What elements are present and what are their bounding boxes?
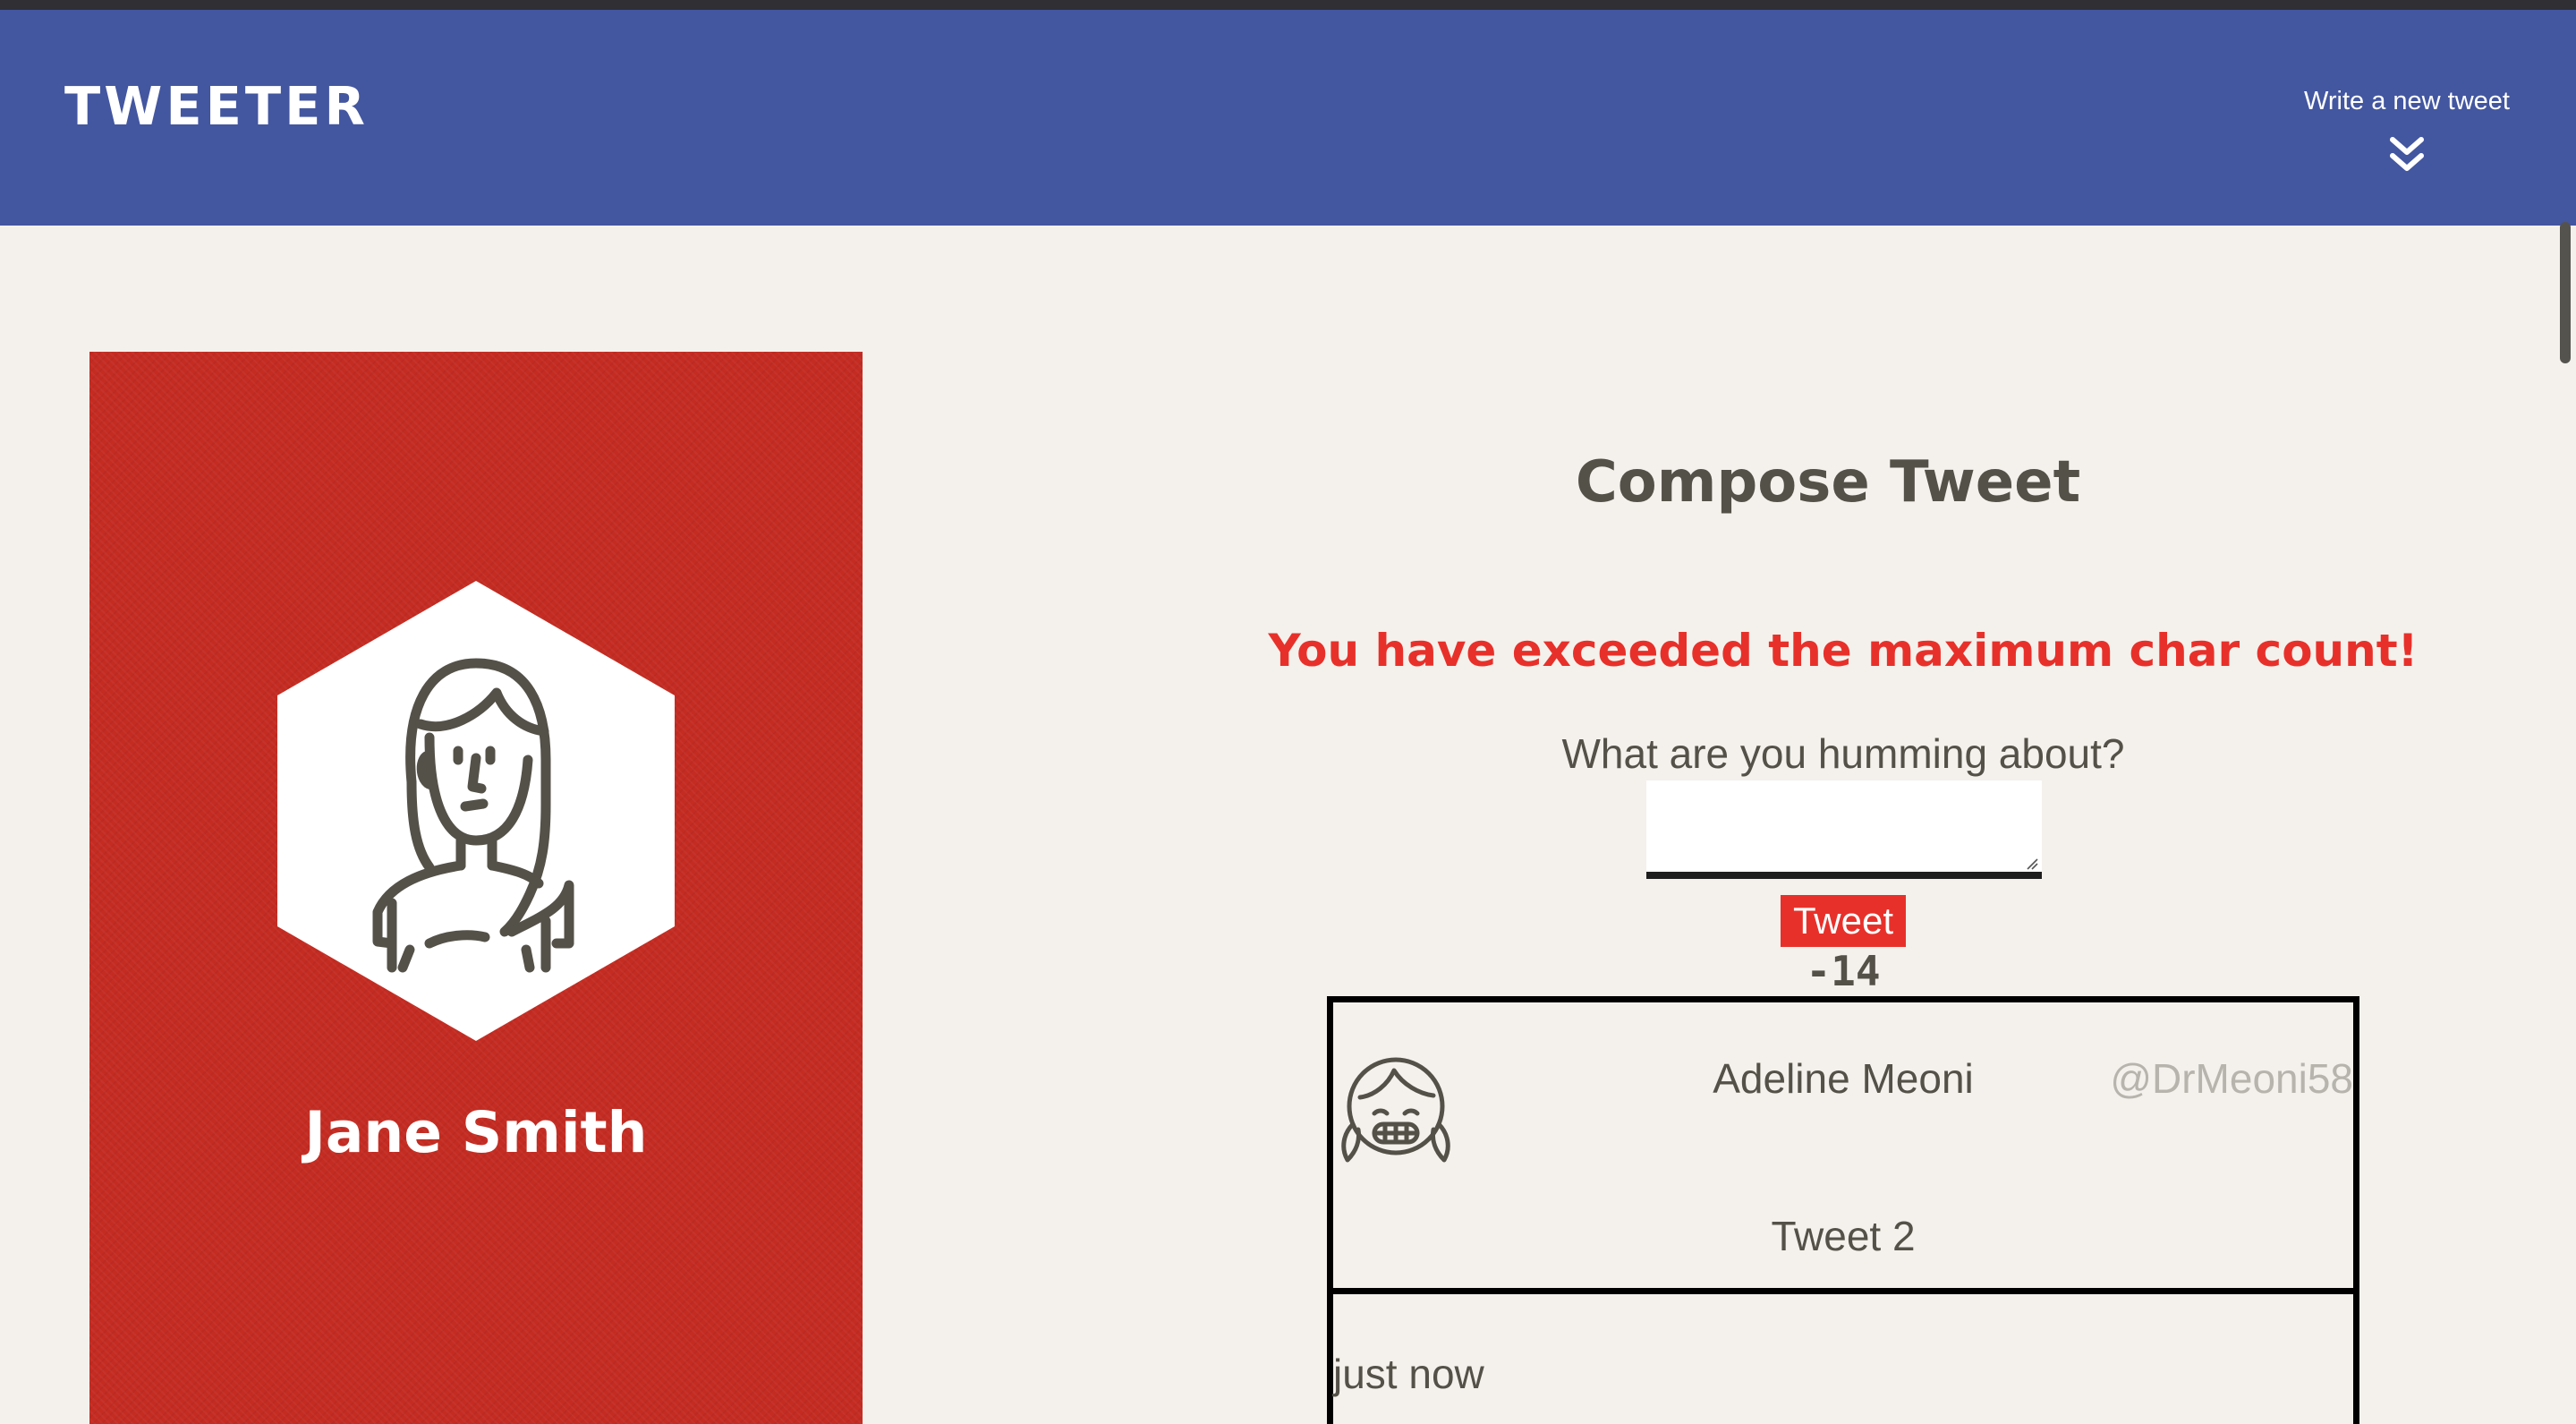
- textarea-resize-handle-icon[interactable]: [2026, 857, 2038, 870]
- tweet-text-input[interactable]: [1646, 780, 2042, 879]
- top-navbar: TWEETER Write a new tweet: [0, 10, 2576, 226]
- tweet-timestamp: just now: [1333, 1351, 1484, 1397]
- tweet-header: Adeline Meoni @DrMeoni58 Tweet 2: [1333, 1002, 2353, 1294]
- char-counter: -14: [1806, 947, 1881, 995]
- brand-logo[interactable]: TWEETER: [64, 80, 369, 132]
- double-chevron-down-icon[interactable]: [2385, 132, 2428, 175]
- scrollbar-thumb[interactable]: [2560, 222, 2571, 363]
- tweet-footer: just now: [1333, 1294, 2353, 1424]
- compose-prompt-label: What are you humming about?: [1561, 730, 2125, 777]
- write-new-tweet-toggle[interactable]: Write a new tweet: [2291, 87, 2523, 175]
- tweet-card: Adeline Meoni @DrMeoni58 Tweet 2 just no…: [1327, 996, 2359, 1424]
- tweet-author-handle: @DrMeoni58: [2110, 1055, 2353, 1102]
- tweet-content: Tweet 2: [1771, 1213, 1916, 1259]
- tweet-submit-button[interactable]: Tweet: [1781, 895, 1906, 947]
- female-user-avatar-icon: [277, 581, 675, 1041]
- compose-title: Compose Tweet: [1575, 449, 2081, 516]
- user-profile-card: Jane Smith: [89, 352, 863, 1424]
- char-count-error: You have exceeded the maximum char count…: [1268, 625, 2419, 677]
- write-new-tweet-label[interactable]: Write a new tweet: [2291, 87, 2523, 116]
- profile-name: Jane Smith: [304, 1100, 648, 1165]
- window-top-strip: [0, 0, 2576, 10]
